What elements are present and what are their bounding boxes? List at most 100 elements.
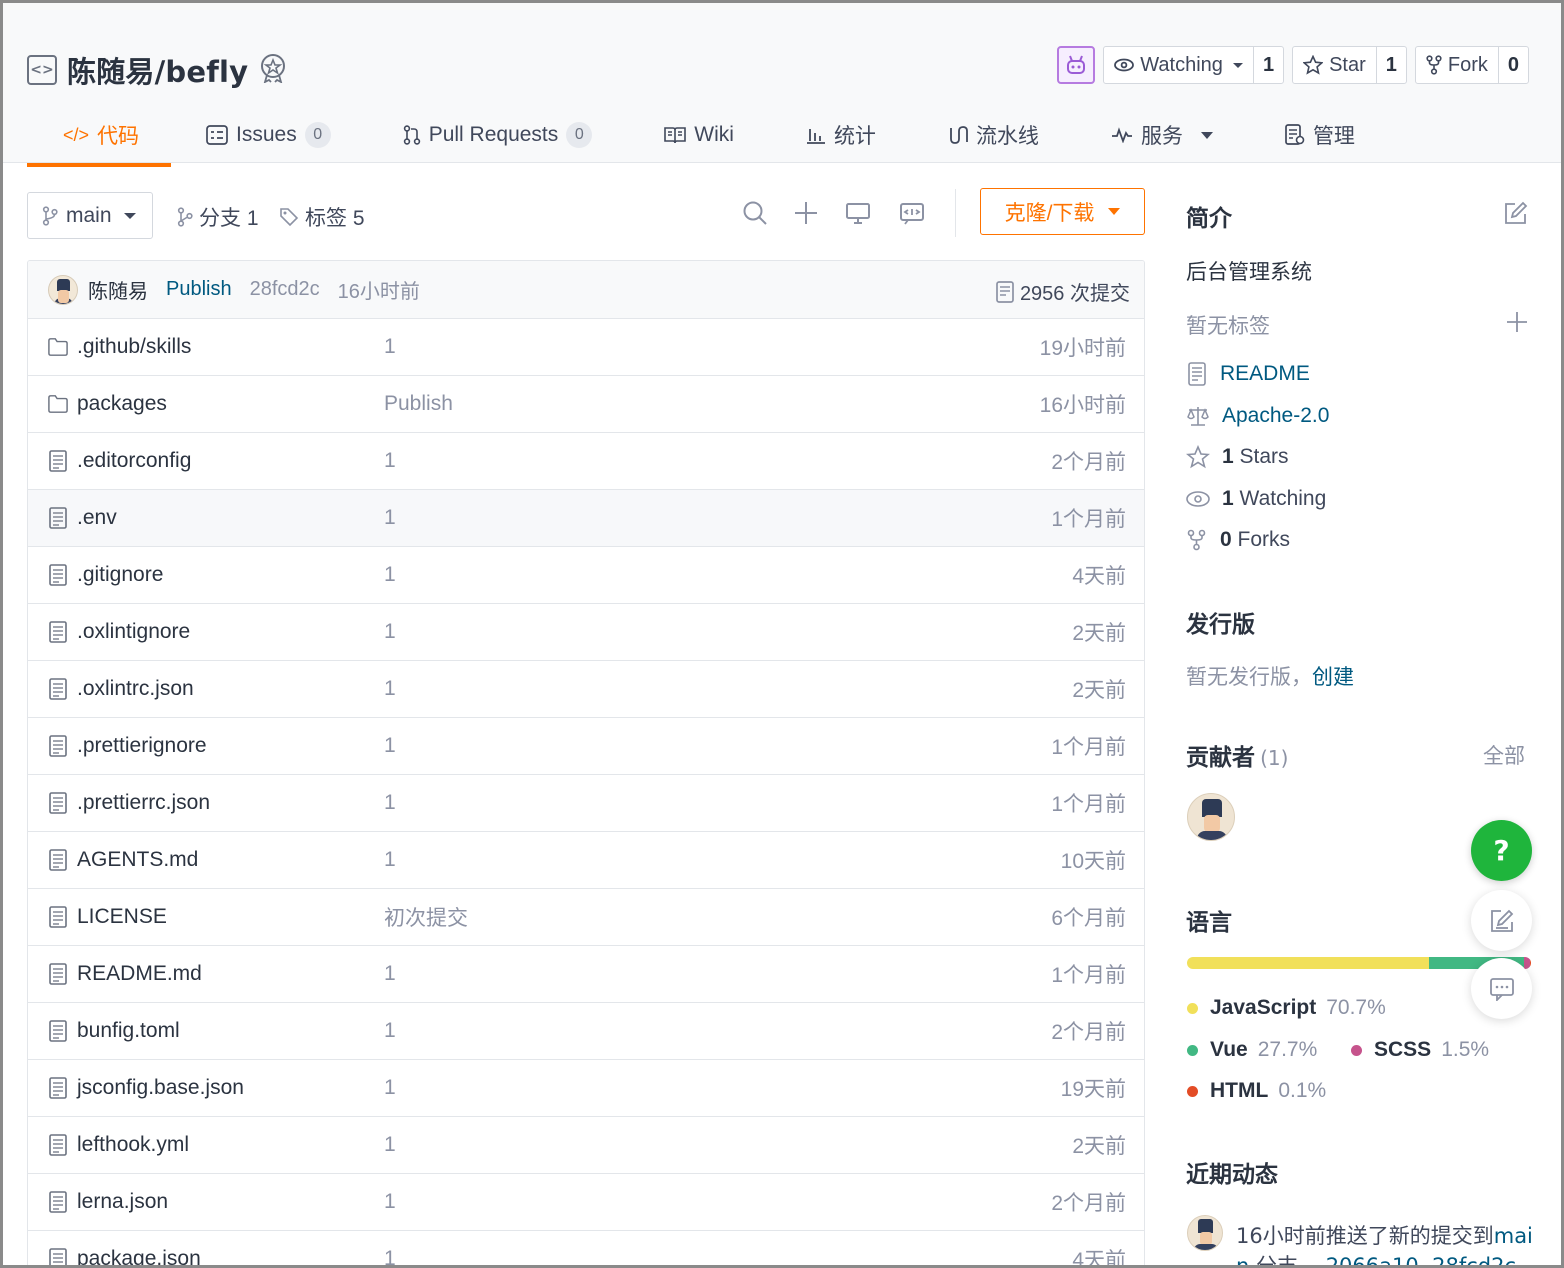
- file-name[interactable]: .editorconfig: [77, 449, 191, 473]
- file-commit-message[interactable]: 1: [384, 1190, 396, 1214]
- file-commit-message[interactable]: 1: [384, 1133, 396, 1157]
- tab-pull-requests[interactable]: Pull Requests 0: [403, 103, 593, 167]
- file-row[interactable]: jsconfig.base.json 1 19天前: [28, 1060, 1144, 1117]
- star-button[interactable]: Star: [1293, 47, 1377, 83]
- commit-sha[interactable]: 28fcd2c: [250, 278, 320, 301]
- help-button[interactable]: ?: [1471, 820, 1532, 881]
- fork-button[interactable]: Fork: [1416, 47, 1499, 83]
- file-commit-message[interactable]: 1: [384, 620, 396, 644]
- file-name[interactable]: .prettierrc.json: [77, 791, 210, 815]
- tab-services[interactable]: 服务: [1111, 103, 1213, 167]
- file-row[interactable]: AGENTS.md 1 10天前: [28, 832, 1144, 889]
- file-row[interactable]: packages Publish 16小时前: [28, 376, 1144, 433]
- file-commit-message[interactable]: 1: [384, 506, 396, 530]
- file-row[interactable]: .env 1 1个月前: [28, 490, 1144, 547]
- watching-stat[interactable]: 1 Watching: [1186, 487, 1326, 511]
- file-commit-message[interactable]: 1: [384, 449, 396, 473]
- file-commit-message[interactable]: 1: [384, 563, 396, 587]
- edit-icon[interactable]: [1503, 201, 1528, 226]
- chat-button[interactable]: [1471, 958, 1532, 1019]
- commit-author[interactable]: 陈随易: [88, 275, 148, 304]
- file-row[interactable]: lerna.json 1 2个月前: [28, 1174, 1144, 1231]
- fork-control[interactable]: Fork 0: [1414, 46, 1529, 84]
- file-row[interactable]: .oxlintrc.json 1 2天前: [28, 661, 1144, 718]
- file-name[interactable]: .github/skills: [77, 335, 191, 359]
- file-name[interactable]: LICENSE: [77, 905, 167, 929]
- file-row[interactable]: .editorconfig 1 2个月前: [28, 433, 1144, 490]
- activity-branch-link-cont[interactable]: n: [1236, 1254, 1249, 1265]
- file-commit-message[interactable]: 1: [384, 677, 396, 701]
- file-name[interactable]: .gitignore: [77, 563, 163, 587]
- create-release-link[interactable]: 创建: [1312, 665, 1354, 689]
- search-icon[interactable]: [741, 199, 769, 227]
- file-row[interactable]: .gitignore 1 4天前: [28, 547, 1144, 604]
- tab-stats[interactable]: 统计: [806, 103, 876, 167]
- add-tag-icon[interactable]: [1506, 311, 1528, 333]
- avatar[interactable]: [48, 274, 78, 305]
- file-name[interactable]: AGENTS.md: [77, 848, 198, 872]
- tab-pipeline[interactable]: 流水线: [948, 103, 1039, 167]
- file-row[interactable]: bunfig.toml 1 2个月前: [28, 1003, 1144, 1060]
- file-name[interactable]: lerna.json: [77, 1190, 168, 1214]
- activity-sha-to[interactable]: 28fcd2c: [1432, 1254, 1516, 1265]
- file-commit-message[interactable]: 1: [384, 848, 396, 872]
- activity-branch-link[interactable]: mai: [1494, 1224, 1533, 1248]
- file-name[interactable]: .oxlintrc.json: [77, 677, 194, 701]
- file-commit-message[interactable]: Publish: [384, 392, 453, 416]
- star-control[interactable]: Star 1: [1292, 46, 1407, 84]
- file-name[interactable]: packages: [77, 392, 167, 416]
- file-commit-message[interactable]: 1: [384, 962, 396, 986]
- contributor-avatar[interactable]: [1187, 793, 1235, 841]
- file-commit-message[interactable]: 初次提交: [384, 902, 468, 932]
- repo-title[interactable]: 陈随易/befly: [67, 49, 248, 91]
- web-ide-icon[interactable]: [844, 199, 872, 227]
- file-name[interactable]: .env: [77, 506, 117, 530]
- clone-download-button[interactable]: 克隆/下载: [980, 188, 1145, 235]
- file-name[interactable]: jsconfig.base.json: [77, 1076, 244, 1100]
- file-row[interactable]: .prettierrc.json 1 1个月前: [28, 775, 1144, 832]
- add-file-icon[interactable]: [792, 199, 820, 227]
- file-row[interactable]: .prettierignore 1 1个月前: [28, 718, 1144, 775]
- file-row[interactable]: .github/skills 1 19小时前: [28, 319, 1144, 376]
- branch-select[interactable]: main: [27, 192, 153, 239]
- file-commit-message[interactable]: 1: [384, 335, 396, 359]
- feedback-button[interactable]: [1471, 890, 1532, 951]
- file-name[interactable]: README.md: [77, 962, 202, 986]
- activity-avatar[interactable]: [1187, 1215, 1223, 1251]
- fork-count[interactable]: 0: [1499, 47, 1528, 83]
- file-commit-message[interactable]: 1: [384, 734, 396, 758]
- file-row[interactable]: package.json 1 4天前: [28, 1231, 1144, 1265]
- commit-message[interactable]: Publish: [166, 278, 232, 301]
- file-row[interactable]: LICENSE 初次提交 6个月前: [28, 889, 1144, 946]
- ai-assistant-button[interactable]: [1057, 46, 1096, 84]
- watch-control[interactable]: Watching 1: [1103, 46, 1285, 84]
- star-count[interactable]: 1: [1377, 47, 1406, 83]
- file-row[interactable]: .oxlintignore 1 2天前: [28, 604, 1144, 661]
- all-contributors-link[interactable]: 全部: [1483, 740, 1525, 770]
- file-name[interactable]: .oxlintignore: [77, 620, 190, 644]
- stars-stat[interactable]: 1 Stars: [1186, 445, 1289, 469]
- tab-issues[interactable]: Issues 0: [206, 103, 331, 167]
- file-commit-message[interactable]: 1: [384, 791, 396, 815]
- forks-stat[interactable]: 0 Forks: [1186, 528, 1290, 552]
- file-commit-message[interactable]: 1: [384, 1019, 396, 1043]
- commit-count-link[interactable]: 2956 次提交: [996, 277, 1130, 306]
- file-row[interactable]: README.md 1 1个月前: [28, 946, 1144, 1003]
- file-row[interactable]: lefthook.yml 1 2天前: [28, 1117, 1144, 1174]
- file-name[interactable]: .prettierignore: [77, 734, 207, 758]
- readme-link[interactable]: README: [1186, 362, 1310, 386]
- branches-link[interactable]: 分支 1: [177, 202, 259, 232]
- tab-wiki[interactable]: Wiki: [664, 103, 734, 167]
- watch-count[interactable]: 1: [1254, 47, 1283, 83]
- file-name[interactable]: bunfig.toml: [77, 1019, 180, 1043]
- watch-button[interactable]: Watching: [1104, 47, 1254, 83]
- tags-link[interactable]: 标签 5: [279, 202, 365, 232]
- tab-code[interactable]: </> 代码: [27, 103, 171, 167]
- tab-manage[interactable]: 管理: [1285, 103, 1355, 167]
- code-review-icon[interactable]: [898, 199, 926, 227]
- activity-sha-from[interactable]: 2066a10: [1326, 1254, 1419, 1265]
- file-name[interactable]: lefthook.yml: [77, 1133, 189, 1157]
- file-commit-message[interactable]: 1: [384, 1076, 396, 1100]
- file-commit-message[interactable]: 1: [384, 1247, 396, 1265]
- file-name[interactable]: package.json: [77, 1247, 201, 1265]
